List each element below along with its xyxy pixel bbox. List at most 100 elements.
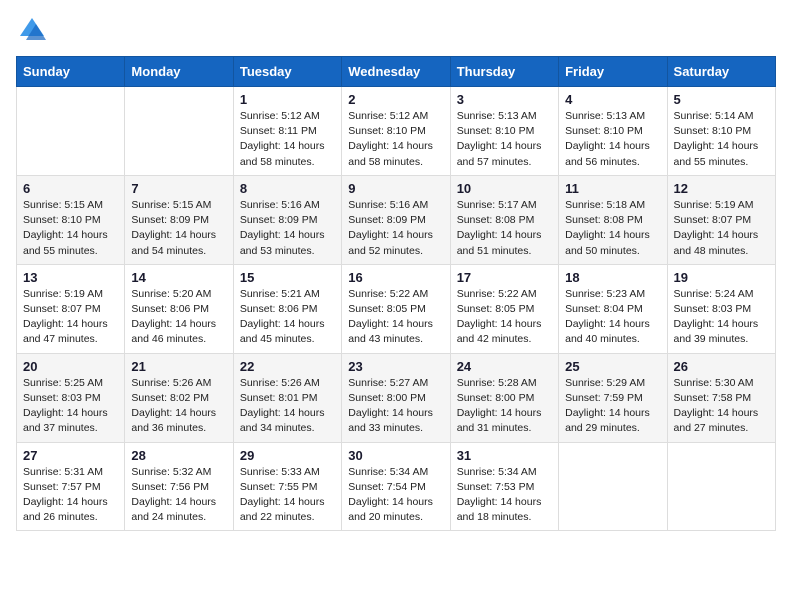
calendar-cell: 22 Sunrise: 5:26 AM Sunset: 8:01 PM Dayli… bbox=[233, 353, 341, 442]
day-info: Sunrise: 5:17 AM Sunset: 8:08 PM Dayligh… bbox=[457, 198, 552, 259]
week-row-2: 6 Sunrise: 5:15 AM Sunset: 8:10 PM Daylig… bbox=[17, 175, 776, 264]
day-number: 6 bbox=[23, 181, 118, 196]
day-info: Sunrise: 5:29 AM Sunset: 7:59 PM Dayligh… bbox=[565, 376, 660, 437]
day-info: Sunrise: 5:31 AM Sunset: 7:57 PM Dayligh… bbox=[23, 465, 118, 526]
day-info: Sunrise: 5:19 AM Sunset: 8:07 PM Dayligh… bbox=[674, 198, 769, 259]
weekday-header-friday: Friday bbox=[559, 57, 667, 87]
weekday-header-wednesday: Wednesday bbox=[342, 57, 450, 87]
day-number: 7 bbox=[131, 181, 226, 196]
day-info: Sunrise: 5:25 AM Sunset: 8:03 PM Dayligh… bbox=[23, 376, 118, 437]
day-number: 25 bbox=[565, 359, 660, 374]
calendar-cell: 21 Sunrise: 5:26 AM Sunset: 8:02 PM Dayli… bbox=[125, 353, 233, 442]
calendar-cell: 6 Sunrise: 5:15 AM Sunset: 8:10 PM Daylig… bbox=[17, 175, 125, 264]
calendar-cell: 15 Sunrise: 5:21 AM Sunset: 8:06 PM Dayli… bbox=[233, 264, 341, 353]
calendar-cell: 28 Sunrise: 5:32 AM Sunset: 7:56 PM Dayli… bbox=[125, 442, 233, 531]
calendar-cell: 19Sunrise: 5:24 AM Sunset: 8:03 PM Dayli… bbox=[667, 264, 775, 353]
day-info: Sunrise: 5:21 AM Sunset: 8:06 PM Dayligh… bbox=[240, 287, 335, 348]
day-info: Sunrise: 5:19 AM Sunset: 8:07 PM Dayligh… bbox=[23, 287, 118, 348]
day-info: Sunrise: 5:22 AM Sunset: 8:05 PM Dayligh… bbox=[348, 287, 443, 348]
weekday-header-monday: Monday bbox=[125, 57, 233, 87]
day-info: Sunrise: 5:13 AM Sunset: 8:10 PM Dayligh… bbox=[457, 109, 552, 170]
calendar-table: SundayMondayTuesdayWednesdayThursdayFrid… bbox=[16, 56, 776, 531]
day-info: Sunrise: 5:16 AM Sunset: 8:09 PM Dayligh… bbox=[348, 198, 443, 259]
day-number: 24 bbox=[457, 359, 552, 374]
week-row-1: 1 Sunrise: 5:12 AM Sunset: 8:11 PM Daylig… bbox=[17, 87, 776, 176]
day-number: 30 bbox=[348, 448, 443, 463]
calendar-cell bbox=[17, 87, 125, 176]
logo bbox=[16, 16, 46, 44]
day-info: Sunrise: 5:23 AM Sunset: 8:04 PM Dayligh… bbox=[565, 287, 660, 348]
day-info: Sunrise: 5:30 AM Sunset: 7:58 PM Dayligh… bbox=[674, 376, 769, 437]
day-number: 27 bbox=[23, 448, 118, 463]
calendar-cell: 24 Sunrise: 5:28 AM Sunset: 8:00 PM Dayli… bbox=[450, 353, 558, 442]
calendar-cell: 8 Sunrise: 5:16 AM Sunset: 8:09 PM Daylig… bbox=[233, 175, 341, 264]
calendar-cell: 26 Sunrise: 5:30 AM Sunset: 7:58 PM Dayli… bbox=[667, 353, 775, 442]
day-number: 15 bbox=[240, 270, 335, 285]
calendar-cell: 2Sunrise: 5:12 AM Sunset: 8:10 PM Daylig… bbox=[342, 87, 450, 176]
day-info: Sunrise: 5:34 AM Sunset: 7:54 PM Dayligh… bbox=[348, 465, 443, 526]
day-number: 13 bbox=[23, 270, 118, 285]
day-number: 1 bbox=[240, 92, 335, 107]
weekday-header-tuesday: Tuesday bbox=[233, 57, 341, 87]
day-number: 26 bbox=[674, 359, 769, 374]
day-info: Sunrise: 5:22 AM Sunset: 8:05 PM Dayligh… bbox=[457, 287, 552, 348]
calendar-cell: 25 Sunrise: 5:29 AM Sunset: 7:59 PM Dayli… bbox=[559, 353, 667, 442]
day-info: Sunrise: 5:20 AM Sunset: 8:06 PM Dayligh… bbox=[131, 287, 226, 348]
day-info: Sunrise: 5:26 AM Sunset: 8:02 PM Dayligh… bbox=[131, 376, 226, 437]
day-info: Sunrise: 5:12 AM Sunset: 8:10 PM Dayligh… bbox=[348, 109, 443, 170]
day-number: 10 bbox=[457, 181, 552, 196]
day-info: Sunrise: 5:32 AM Sunset: 7:56 PM Dayligh… bbox=[131, 465, 226, 526]
weekday-header-thursday: Thursday bbox=[450, 57, 558, 87]
day-number: 8 bbox=[240, 181, 335, 196]
day-number: 31 bbox=[457, 448, 552, 463]
day-number: 21 bbox=[131, 359, 226, 374]
day-info: Sunrise: 5:14 AM Sunset: 8:10 PM Dayligh… bbox=[674, 109, 769, 170]
calendar-cell: 17 Sunrise: 5:22 AM Sunset: 8:05 PM Dayli… bbox=[450, 264, 558, 353]
day-number: 20 bbox=[23, 359, 118, 374]
day-info: Sunrise: 5:18 AM Sunset: 8:08 PM Dayligh… bbox=[565, 198, 660, 259]
calendar-cell bbox=[559, 442, 667, 531]
day-info: Sunrise: 5:13 AM Sunset: 8:10 PM Dayligh… bbox=[565, 109, 660, 170]
day-info: Sunrise: 5:33 AM Sunset: 7:55 PM Dayligh… bbox=[240, 465, 335, 526]
day-number: 9 bbox=[348, 181, 443, 196]
calendar-cell: 14Sunrise: 5:20 AM Sunset: 8:06 PM Dayli… bbox=[125, 264, 233, 353]
day-info: Sunrise: 5:26 AM Sunset: 8:01 PM Dayligh… bbox=[240, 376, 335, 437]
calendar-cell: 10 Sunrise: 5:17 AM Sunset: 8:08 PM Dayli… bbox=[450, 175, 558, 264]
calendar-cell bbox=[125, 87, 233, 176]
day-number: 16 bbox=[348, 270, 443, 285]
calendar-cell: 31 Sunrise: 5:34 AM Sunset: 7:53 PM Dayli… bbox=[450, 442, 558, 531]
week-row-4: 20 Sunrise: 5:25 AM Sunset: 8:03 PM Dayli… bbox=[17, 353, 776, 442]
day-info: Sunrise: 5:12 AM Sunset: 8:11 PM Dayligh… bbox=[240, 109, 335, 170]
calendar-cell: 30 Sunrise: 5:34 AM Sunset: 7:54 PM Dayli… bbox=[342, 442, 450, 531]
week-row-5: 27 Sunrise: 5:31 AM Sunset: 7:57 PM Dayli… bbox=[17, 442, 776, 531]
day-info: Sunrise: 5:16 AM Sunset: 8:09 PM Dayligh… bbox=[240, 198, 335, 259]
calendar-cell: 13 Sunrise: 5:19 AM Sunset: 8:07 PM Dayli… bbox=[17, 264, 125, 353]
day-number: 28 bbox=[131, 448, 226, 463]
weekday-header-sunday: Sunday bbox=[17, 57, 125, 87]
calendar-cell: 16 Sunrise: 5:22 AM Sunset: 8:05 PM Dayli… bbox=[342, 264, 450, 353]
day-info: Sunrise: 5:28 AM Sunset: 8:00 PM Dayligh… bbox=[457, 376, 552, 437]
calendar-cell: 7 Sunrise: 5:15 AM Sunset: 8:09 PM Daylig… bbox=[125, 175, 233, 264]
logo-icon bbox=[18, 16, 46, 44]
calendar-cell: 4 Sunrise: 5:13 AM Sunset: 8:10 PM Daylig… bbox=[559, 87, 667, 176]
day-number: 23 bbox=[348, 359, 443, 374]
day-info: Sunrise: 5:34 AM Sunset: 7:53 PM Dayligh… bbox=[457, 465, 552, 526]
weekday-header-saturday: Saturday bbox=[667, 57, 775, 87]
day-number: 3 bbox=[457, 92, 552, 107]
calendar-cell: 18 Sunrise: 5:23 AM Sunset: 8:04 PM Dayli… bbox=[559, 264, 667, 353]
calendar-cell: 29Sunrise: 5:33 AM Sunset: 7:55 PM Dayli… bbox=[233, 442, 341, 531]
day-info: Sunrise: 5:15 AM Sunset: 8:10 PM Dayligh… bbox=[23, 198, 118, 259]
day-number: 17 bbox=[457, 270, 552, 285]
calendar-cell: 23Sunrise: 5:27 AM Sunset: 8:00 PM Dayli… bbox=[342, 353, 450, 442]
day-number: 19 bbox=[674, 270, 769, 285]
day-info: Sunrise: 5:15 AM Sunset: 8:09 PM Dayligh… bbox=[131, 198, 226, 259]
calendar-cell: 12 Sunrise: 5:19 AM Sunset: 8:07 PM Dayli… bbox=[667, 175, 775, 264]
page-header bbox=[16, 16, 776, 44]
day-number: 22 bbox=[240, 359, 335, 374]
weekday-header-row: SundayMondayTuesdayWednesdayThursdayFrid… bbox=[17, 57, 776, 87]
day-number: 18 bbox=[565, 270, 660, 285]
day-number: 5 bbox=[674, 92, 769, 107]
day-number: 12 bbox=[674, 181, 769, 196]
day-number: 4 bbox=[565, 92, 660, 107]
calendar-cell: 3 Sunrise: 5:13 AM Sunset: 8:10 PM Daylig… bbox=[450, 87, 558, 176]
